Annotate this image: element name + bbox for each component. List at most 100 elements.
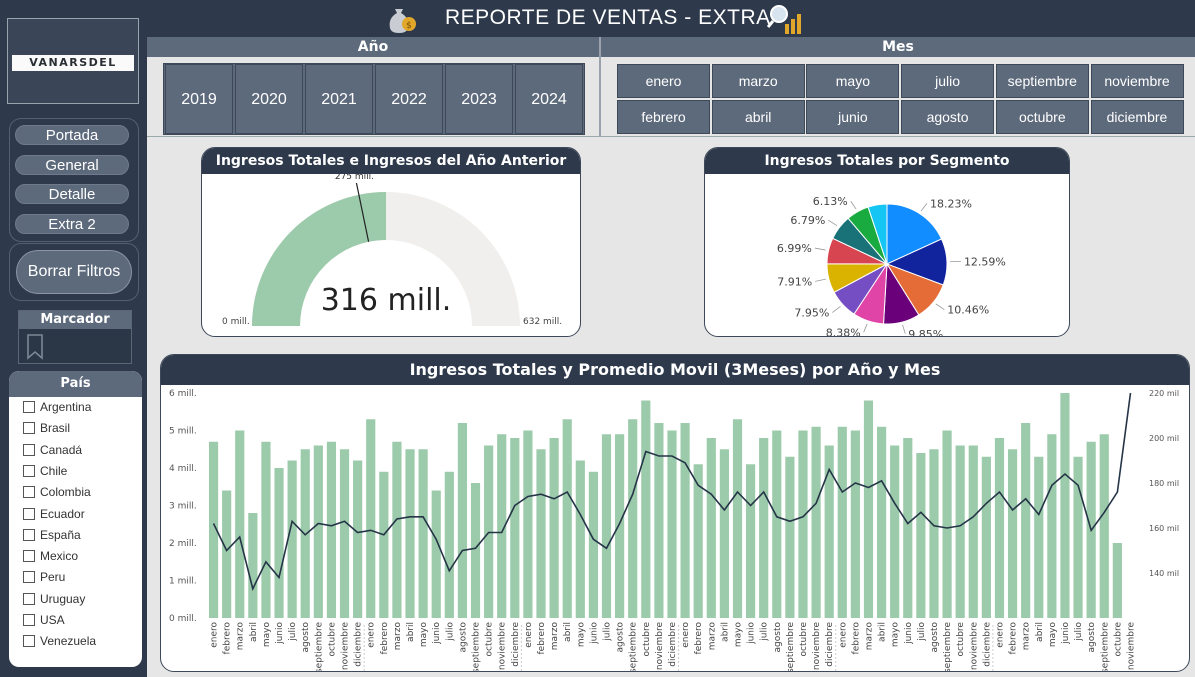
month-button-marzo[interactable]: marzo <box>711 64 805 98</box>
x-tick-label: agosto <box>930 622 940 653</box>
pie-data-label: 7.91% <box>777 275 812 288</box>
country-option[interactable]: USA <box>23 610 65 630</box>
month-button-abril[interactable]: abril <box>711 100 805 134</box>
country-option[interactable]: Peru <box>23 567 65 587</box>
country-option[interactable]: Argentina <box>23 397 91 417</box>
svg-text:$: $ <box>406 21 412 31</box>
x-tick-label: septiembre <box>314 622 324 672</box>
x-tick-label: noviembre <box>341 622 351 671</box>
logo-text: VANARSDEL <box>12 55 134 71</box>
month-button-noviembre[interactable]: noviembre <box>1090 64 1184 98</box>
checkbox[interactable] <box>23 486 35 499</box>
checkbox[interactable] <box>23 571 35 584</box>
country-label: Canadá <box>40 442 83 457</box>
bar <box>876 426 887 618</box>
x-tick-label: diciembre <box>982 622 992 667</box>
year-button-2020[interactable]: 2020 <box>235 64 303 134</box>
pie-leader-line <box>902 324 906 334</box>
country-label: Colombia <box>40 485 91 500</box>
y-left-tick-label: 4 mill. <box>169 464 197 474</box>
country-label: Mexico <box>40 549 79 564</box>
bar <box>850 430 860 618</box>
country-option[interactable]: España <box>23 525 81 545</box>
bar <box>248 513 258 618</box>
year-button-2021[interactable]: 2021 <box>305 64 373 134</box>
checkbox[interactable] <box>23 528 35 541</box>
x-tick-label: mayo <box>576 622 586 648</box>
country-option[interactable]: Uruguay <box>23 589 85 609</box>
month-button-agosto[interactable]: agosto <box>901 100 995 134</box>
country-option[interactable]: Colombia <box>23 482 91 502</box>
nav-detalle-button[interactable]: Detalle <box>15 184 129 204</box>
month-button-mayo[interactable]: mayo <box>806 64 900 98</box>
bar <box>431 490 441 618</box>
nav-extra2-button[interactable]: Extra 2 <box>15 214 129 234</box>
month-button-enero[interactable]: enero <box>617 64 710 98</box>
x-tick-label: octubre <box>1113 622 1123 657</box>
year-button-2019[interactable]: 2019 <box>165 64 233 134</box>
month-button-julio[interactable]: julio <box>901 64 995 98</box>
checkbox[interactable] <box>23 401 35 413</box>
bar <box>706 438 716 618</box>
x-tick-label: enero <box>367 622 377 648</box>
country-filter: País Argentina Brasil Canadá Chile Colombia E… <box>9 371 142 667</box>
bookmark-icon[interactable] <box>25 333 47 361</box>
x-tick-label: junio <box>747 622 757 645</box>
pie-card[interactable]: Ingresos Totales por Segmento 18.23% 12.5… <box>704 147 1070 337</box>
pie-data-label: 6.13% <box>813 195 848 208</box>
bar <box>890 445 900 618</box>
month-button-septiembre[interactable]: septiembre <box>995 64 1089 98</box>
bar <box>759 438 769 618</box>
bar <box>981 456 991 618</box>
checkbox[interactable] <box>23 614 35 626</box>
x-tick-label: marzo <box>236 622 246 651</box>
country-option[interactable]: Venezuela <box>23 631 96 651</box>
year-button-2023[interactable]: 2023 <box>445 64 513 134</box>
country-option[interactable]: Ecuador <box>23 504 85 524</box>
country-option[interactable]: Mexico <box>23 546 78 566</box>
checkbox[interactable] <box>23 635 35 648</box>
bar <box>785 456 795 618</box>
checkbox[interactable] <box>23 464 35 477</box>
gauge-card[interactable]: Ingresos Totales e Ingresos del Año Ante… <box>201 147 581 337</box>
nav-general-button[interactable]: General <box>15 155 129 175</box>
country-option[interactable]: Chile <box>23 461 67 481</box>
month-button-junio[interactable]: junio <box>806 100 900 134</box>
gauge-title: Ingresos Totales e Ingresos del Año Ante… <box>202 148 580 174</box>
checkbox[interactable] <box>23 592 35 605</box>
year-button-2022[interactable]: 2022 <box>375 64 443 134</box>
y-left-tick-label: 6 mill. <box>169 389 197 399</box>
pie-leader-line <box>920 203 928 212</box>
bar <box>798 430 808 618</box>
checkbox[interactable] <box>23 507 35 520</box>
combo-chart-card[interactable]: Ingresos Totales y Promedio Movil (3Mese… <box>160 354 1190 672</box>
analytics-magnifier-icon <box>767 5 801 34</box>
year-button-2024[interactable]: 2024 <box>515 64 583 134</box>
x-tick-label: enero <box>210 622 220 648</box>
month-button-diciembre[interactable]: diciembre <box>1090 100 1184 134</box>
clear-filters-button[interactable]: Borrar Filtros <box>16 250 132 294</box>
country-option[interactable]: Brasil <box>23 418 70 438</box>
x-tick-label: mayo <box>419 622 429 648</box>
x-tick-label: agosto <box>1087 622 1097 653</box>
combo-chart-title: Ingresos Totales y Promedio Movil (3Mese… <box>161 355 1189 385</box>
x-tick-label: abril <box>720 622 730 642</box>
bar <box>1007 449 1018 618</box>
bar <box>772 430 782 618</box>
x-tick-label: mayo <box>733 622 743 648</box>
month-button-octubre[interactable]: octubre <box>995 100 1089 134</box>
bar <box>287 460 297 618</box>
bar <box>575 460 585 618</box>
checkbox[interactable] <box>23 422 35 435</box>
month-button-febrero[interactable]: febrero <box>617 100 710 134</box>
x-tick-label: febrero <box>223 622 233 655</box>
country-option[interactable]: Canadá <box>23 440 82 460</box>
checkbox[interactable] <box>23 550 35 563</box>
x-tick-label: abril <box>878 622 888 642</box>
checkbox[interactable] <box>23 443 35 456</box>
combo-chart: 0 mill. 1 mill. 2 mill. 3 mill. 4 mill. 5 mil… <box>169 389 1179 672</box>
bar <box>955 445 965 618</box>
bar <box>667 430 677 618</box>
x-tick-label: agosto <box>458 622 468 653</box>
nav-portada-button[interactable]: Portada <box>15 125 129 145</box>
